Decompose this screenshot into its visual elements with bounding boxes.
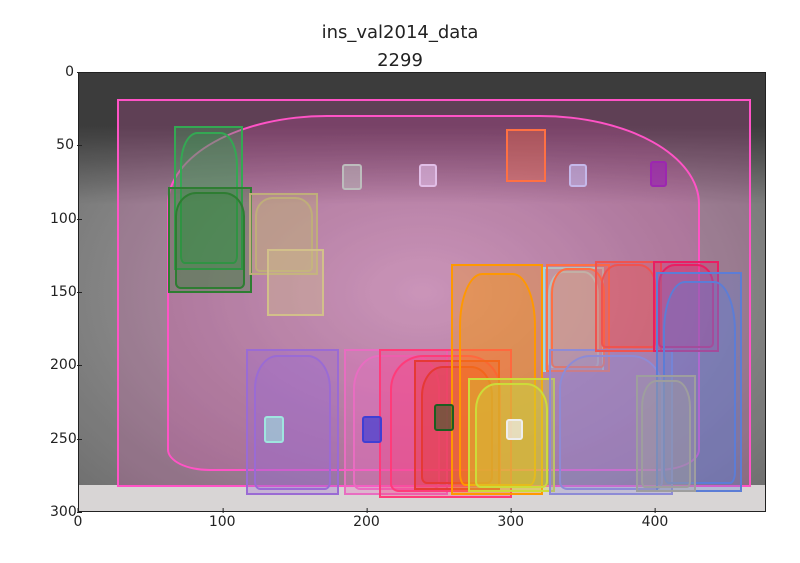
x-tick: 400	[642, 514, 669, 530]
y-tick: 300	[50, 504, 74, 520]
axes-title: 2299	[0, 50, 800, 71]
annotation-mask	[658, 264, 714, 348]
annotation-box	[451, 264, 543, 496]
image-layer	[79, 73, 765, 511]
annotation-box	[569, 164, 586, 187]
x-tick: 100	[209, 514, 236, 530]
annotation-box	[174, 126, 243, 270]
annotation-box	[549, 349, 673, 496]
x-tick: 300	[497, 514, 524, 530]
annotation-box	[419, 164, 436, 187]
annotation-box	[246, 349, 338, 496]
y-tick: 200	[50, 357, 74, 373]
annotation-box	[506, 419, 523, 440]
y-tick: 0	[50, 64, 74, 80]
annotation-box	[656, 272, 743, 492]
annotation-mask	[175, 192, 245, 289]
annotation-mask	[663, 281, 736, 483]
annotation-box	[344, 349, 448, 496]
annotation-box	[653, 261, 719, 352]
annotation-box	[546, 264, 609, 373]
y-tick: 100	[50, 211, 74, 227]
annotation-mask	[559, 355, 663, 490]
annotation-box	[168, 187, 252, 293]
annotation-mask	[548, 271, 599, 368]
annotation-box	[362, 416, 382, 442]
annotation-box	[267, 249, 325, 316]
annotation-box	[434, 404, 454, 430]
annotation-mask	[255, 197, 313, 273]
annotation-box	[595, 261, 661, 352]
annotation-box	[414, 360, 501, 489]
annotation-mask	[601, 264, 657, 348]
plot-axes	[78, 72, 766, 512]
annotation-mask	[421, 366, 494, 485]
figure: ins_val2014_data 2299 0100200300400 0501…	[0, 0, 800, 563]
annotation-box	[636, 375, 697, 492]
annotation-mask	[459, 273, 537, 486]
annotation-box	[264, 416, 284, 442]
annotation-overlay	[79, 73, 765, 511]
annotation-box	[506, 129, 546, 182]
y-tick: 250	[50, 431, 74, 447]
figure-suptitle: ins_val2014_data	[0, 22, 800, 43]
x-tick: 200	[353, 514, 380, 530]
annotation-mask	[551, 268, 604, 368]
annotation-box	[543, 267, 604, 373]
y-tick: 50	[50, 137, 74, 153]
annotation-mask	[641, 380, 692, 488]
annotation-box	[249, 193, 318, 275]
y-tick: 150	[50, 284, 74, 300]
annotation-box	[342, 164, 362, 190]
annotation-mask	[180, 132, 238, 264]
annotation-box	[650, 161, 667, 187]
